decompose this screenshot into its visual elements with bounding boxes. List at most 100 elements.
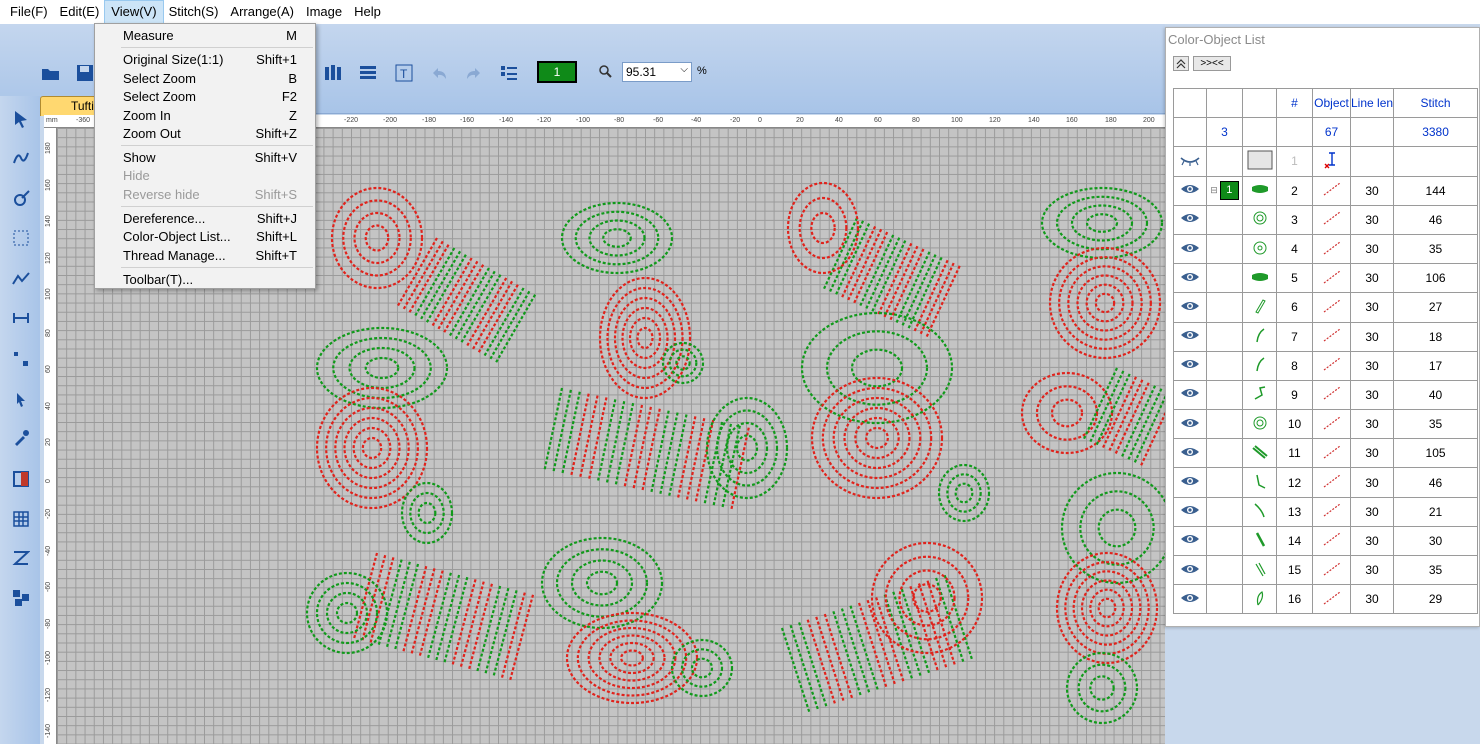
header-num[interactable]: # (1276, 87, 1313, 119)
table-row[interactable]: 8 30 17 (1173, 350, 1479, 381)
menu-arrange[interactable]: Arrange(A) (224, 1, 300, 23)
visibility-cell[interactable] (1173, 292, 1207, 323)
eye-hidden-icon[interactable] (1180, 154, 1200, 166)
undo-icon[interactable] (428, 62, 450, 84)
view-menu-item-measure[interactable]: Measure M (95, 27, 315, 46)
eye-visible-icon[interactable] (1180, 242, 1200, 254)
table-row[interactable]: 13 30 21 (1173, 496, 1479, 527)
view-menu-item-color-object-list[interactable]: Color-Object List... Shift+L (95, 228, 315, 247)
visibility-cell[interactable] (1173, 175, 1207, 206)
header-stitch[interactable]: Stitch (1393, 87, 1479, 119)
eye-visible-icon[interactable] (1180, 533, 1200, 545)
eye-visible-icon[interactable] (1180, 387, 1200, 399)
current-color-swatch[interactable]: 1 (537, 61, 577, 83)
visibility-cell[interactable] (1173, 467, 1207, 498)
table-row[interactable]: 15 30 35 (1173, 554, 1479, 586)
view-menu-item-toolbar-t[interactable]: Toolbar(T)... (95, 271, 315, 290)
pointer-icon[interactable] (10, 388, 32, 410)
visibility-cell[interactable] (1173, 525, 1207, 557)
eye-visible-icon[interactable] (1180, 592, 1200, 604)
visibility-cell[interactable] (1173, 233, 1207, 265)
marquee-select-icon[interactable] (10, 227, 32, 249)
eye-visible-icon[interactable] (1180, 329, 1200, 341)
object-list-icon[interactable] (498, 62, 520, 84)
expand-collapse-button[interactable]: >><< (1193, 56, 1231, 71)
sort-order-icon[interactable] (10, 547, 32, 569)
view-menu-item-select-zoom[interactable]: Select Zoom F2 (95, 88, 315, 107)
eye-visible-icon[interactable] (1180, 183, 1200, 195)
eye-visible-icon[interactable] (1180, 300, 1200, 312)
node-edit-icon[interactable] (10, 188, 32, 210)
view-menu-item-select-zoom[interactable]: Select Zoom B (95, 70, 315, 89)
menu-edit[interactable]: Edit(E) (54, 1, 106, 23)
visibility-cell[interactable] (1173, 438, 1207, 469)
menu-file[interactable]: File(F) (4, 1, 54, 23)
menu-image[interactable]: Image (300, 1, 348, 23)
tree-toggle-icon[interactable]: ⊟ (1210, 185, 1218, 195)
visibility-cell[interactable] (1173, 321, 1207, 352)
document-tab[interactable]: Tufti (40, 96, 98, 116)
grid-icon[interactable] (10, 508, 32, 530)
redo-icon[interactable] (463, 62, 485, 84)
table-row[interactable]: 6 30 27 (1173, 292, 1479, 323)
select-arrow-icon[interactable] (10, 108, 32, 130)
color-badge[interactable]: 1 (1219, 181, 1239, 201)
table-row[interactable]: 1 (1173, 146, 1479, 177)
zoom-combobox[interactable]: 95.31 ⌵ (622, 62, 692, 82)
visibility-cell[interactable] (1173, 496, 1207, 527)
header-line-len[interactable]: Line len (1349, 87, 1395, 119)
view-menu-item-dereference[interactable]: Dereference... Shift+J (95, 210, 315, 229)
eye-visible-icon[interactable] (1180, 446, 1200, 458)
table-row[interactable]: 3 30 46 (1173, 204, 1479, 235)
table-row[interactable]: 11 30 105 (1173, 438, 1479, 469)
save-icon[interactable] (74, 62, 96, 84)
visibility-cell[interactable] (1173, 379, 1207, 411)
visibility-cell[interactable] (1173, 204, 1207, 235)
chevron-down-icon[interactable]: ⌵ (680, 64, 688, 75)
split-view-icon[interactable] (10, 468, 32, 490)
view-menu-item-thread-manage[interactable]: Thread Manage... Shift+T (95, 247, 315, 266)
eye-visible-icon[interactable] (1180, 417, 1200, 429)
table-row[interactable]: 7 30 18 (1173, 321, 1479, 352)
menu-view[interactable]: View(V) (104, 0, 164, 24)
visibility-cell[interactable] (1173, 263, 1207, 294)
table-row[interactable]: 16 30 29 (1173, 584, 1479, 615)
align-rows-icon[interactable] (357, 62, 379, 84)
view-menu-item-original-size-1-1[interactable]: Original Size(1:1) Shift+1 (95, 51, 315, 70)
table-row[interactable]: 10 30 35 (1173, 409, 1479, 440)
stitch-line (614, 402, 635, 487)
table-row[interactable]: 14 30 30 (1173, 525, 1479, 557)
measure-distance-icon[interactable] (10, 307, 32, 329)
table-row[interactable]: 12 30 46 (1173, 467, 1479, 498)
eye-visible-icon[interactable] (1180, 271, 1200, 283)
align-columns-icon[interactable] (322, 62, 344, 84)
menu-help[interactable]: Help (348, 1, 387, 23)
collapse-button[interactable] (1173, 56, 1189, 71)
visibility-cell[interactable] (1173, 350, 1207, 381)
table-row[interactable]: 5 30 106 (1173, 263, 1479, 294)
menu-stitch[interactable]: Stitch(S) (163, 1, 225, 23)
header-object[interactable]: Object (1312, 87, 1351, 119)
view-menu-item-show[interactable]: Show Shift+V (95, 149, 315, 168)
table-row[interactable]: 9 30 40 (1173, 379, 1479, 411)
visibility-cell[interactable] (1173, 146, 1207, 177)
visibility-cell[interactable] (1173, 584, 1207, 615)
nodes-icon[interactable] (10, 348, 32, 370)
eye-visible-icon[interactable] (1180, 358, 1200, 370)
text-tool-icon[interactable]: T (393, 62, 415, 84)
eyedropper-icon[interactable] (10, 427, 32, 449)
eye-visible-icon[interactable] (1180, 475, 1200, 487)
view-menu-item-zoom-in[interactable]: Zoom In Z (95, 107, 315, 126)
table-row[interactable]: ⊟ 1 2 30 144 (1173, 175, 1479, 206)
eye-visible-icon[interactable] (1180, 563, 1200, 575)
visibility-cell[interactable] (1173, 554, 1207, 586)
view-menu-item-zoom-out[interactable]: Zoom Out Shift+Z (95, 125, 315, 144)
arrange-blocks-icon[interactable] (10, 587, 32, 609)
visibility-cell[interactable] (1173, 409, 1207, 440)
eye-visible-icon[interactable] (1180, 212, 1200, 224)
table-row[interactable]: 4 30 35 (1173, 233, 1479, 265)
curve-tool-icon[interactable] (10, 147, 32, 169)
open-folder-icon[interactable] (40, 62, 62, 84)
eye-visible-icon[interactable] (1180, 504, 1200, 516)
run-stitch-icon[interactable] (10, 268, 32, 290)
